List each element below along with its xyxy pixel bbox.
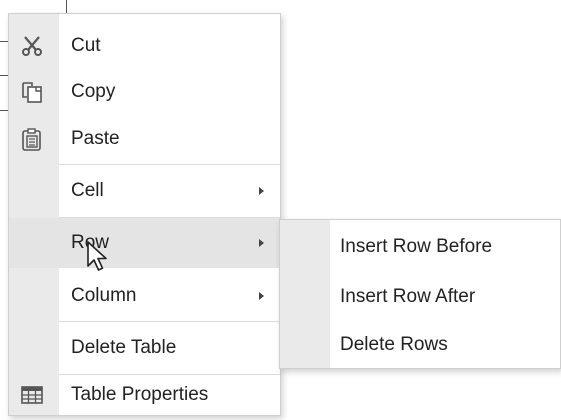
menu-item-delete-rows[interactable]: Delete Rows [280,322,560,368]
background-mark [0,41,8,42]
background-mark [0,110,8,111]
editor-canvas: Cut Copy Paste Cell Row Column Delete Ta… [0,0,561,420]
menu-item-label: Delete Rows [340,334,448,355]
menu-item-row[interactable]: Row [9,218,280,268]
menu-item-cell[interactable]: Cell [9,165,280,217]
menu-item-label: Cell [71,180,104,201]
menu-item-label: Delete Table [71,337,177,358]
menu-item-label: Cut [71,35,101,56]
background-mark [66,0,67,13]
menu-item-label: Table Properties [71,384,209,405]
menu-item-cut[interactable]: Cut [9,23,280,69]
paste-icon [17,124,47,154]
copy-icon [17,77,47,107]
menu-item-insert-row-after[interactable]: Insert Row After [280,274,560,320]
menu-item-label: Insert Row After [340,286,476,307]
submenu-arrow-icon [259,187,264,195]
menu-item-table-properties[interactable]: Table Properties [9,375,280,415]
menu-item-label: Paste [71,128,120,149]
table-icon [17,380,47,410]
menu-item-column[interactable]: Column [9,272,280,320]
background-mark [0,75,8,76]
menu-item-paste[interactable]: Paste [9,115,280,163]
menu-item-insert-row-before[interactable]: Insert Row Before [280,224,560,270]
menu-item-label: Column [71,285,137,306]
arrow-pointer-icon [86,240,116,276]
submenu-arrow-icon [259,239,264,247]
menu-item-delete-table[interactable]: Delete Table [9,322,280,374]
menu-item-copy[interactable]: Copy [9,69,280,115]
menu-item-label: Copy [71,81,116,102]
row-submenu: Insert Row Before Insert Row After Delet… [279,219,561,369]
submenu-arrow-icon [259,292,264,300]
context-menu: Cut Copy Paste Cell Row Column Delete Ta… [8,13,281,416]
menu-item-label: Insert Row Before [340,236,493,257]
scissors-icon [17,31,47,61]
